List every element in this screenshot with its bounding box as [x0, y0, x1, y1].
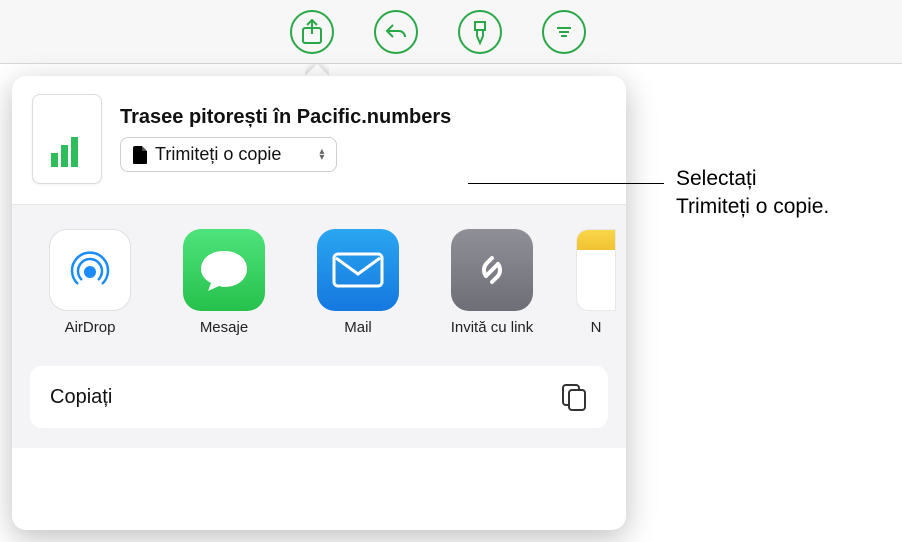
- share-app-airdrop[interactable]: AirDrop: [40, 229, 140, 336]
- document-icon: [133, 146, 147, 164]
- copy-label: Copiați: [50, 386, 112, 409]
- copy-icon: [560, 382, 588, 412]
- app-label: Mail: [308, 319, 408, 336]
- share-actions: Copiați: [12, 346, 626, 448]
- app-label: Mesaje: [174, 319, 274, 336]
- share-app-messages[interactable]: Mesaje: [174, 229, 274, 336]
- notes-icon: [576, 229, 616, 311]
- mail-icon: [317, 229, 399, 311]
- undo-button[interactable]: [374, 10, 418, 54]
- callout-line1: Selectați: [676, 167, 757, 190]
- popover-caret: [305, 64, 329, 76]
- document-info: Trasee pitorești în Pacific.numbers Trim…: [120, 106, 606, 172]
- share-apps-row[interactable]: AirDrop Mesaje Mail: [12, 205, 626, 346]
- more-button[interactable]: [542, 10, 586, 54]
- messages-icon: [183, 229, 265, 311]
- callout-line2: Trimiteți o copie.: [676, 195, 829, 218]
- app-label: N: [576, 319, 616, 336]
- undo-icon: [384, 21, 408, 43]
- share-header: Trasee pitorești în Pacific.numbers Trim…: [12, 76, 626, 205]
- chevron-updown-icon: ▴▾: [319, 149, 324, 161]
- callout-leader-line: [468, 183, 664, 184]
- document-title: Trasee pitorești în Pacific.numbers: [120, 106, 606, 129]
- share-mode-label: Trimiteți o copie: [155, 144, 281, 165]
- chart-icon: [47, 131, 87, 171]
- share-button[interactable]: [290, 10, 334, 54]
- app-label: AirDrop: [40, 319, 140, 336]
- share-app-mail[interactable]: Mail: [308, 229, 408, 336]
- format-button[interactable]: [458, 10, 502, 54]
- airdrop-icon: [49, 229, 131, 311]
- share-app-invite-link[interactable]: Invită cu link: [442, 229, 542, 336]
- app-label: Invită cu link: [442, 319, 542, 336]
- callout-text: Selectați Trimiteți o copie.: [676, 165, 892, 221]
- share-mode-dropdown[interactable]: Trimiteți o copie ▴▾: [120, 137, 337, 172]
- share-app-notes[interactable]: N: [576, 229, 616, 336]
- share-sheet: Trasee pitorești în Pacific.numbers Trim…: [12, 76, 626, 530]
- share-icon: [301, 19, 323, 45]
- more-icon: [553, 21, 575, 43]
- app-toolbar: [0, 0, 902, 64]
- brush-icon: [468, 19, 492, 45]
- link-icon: [451, 229, 533, 311]
- document-thumbnail: [32, 94, 102, 184]
- copy-action[interactable]: Copiați: [30, 366, 608, 428]
